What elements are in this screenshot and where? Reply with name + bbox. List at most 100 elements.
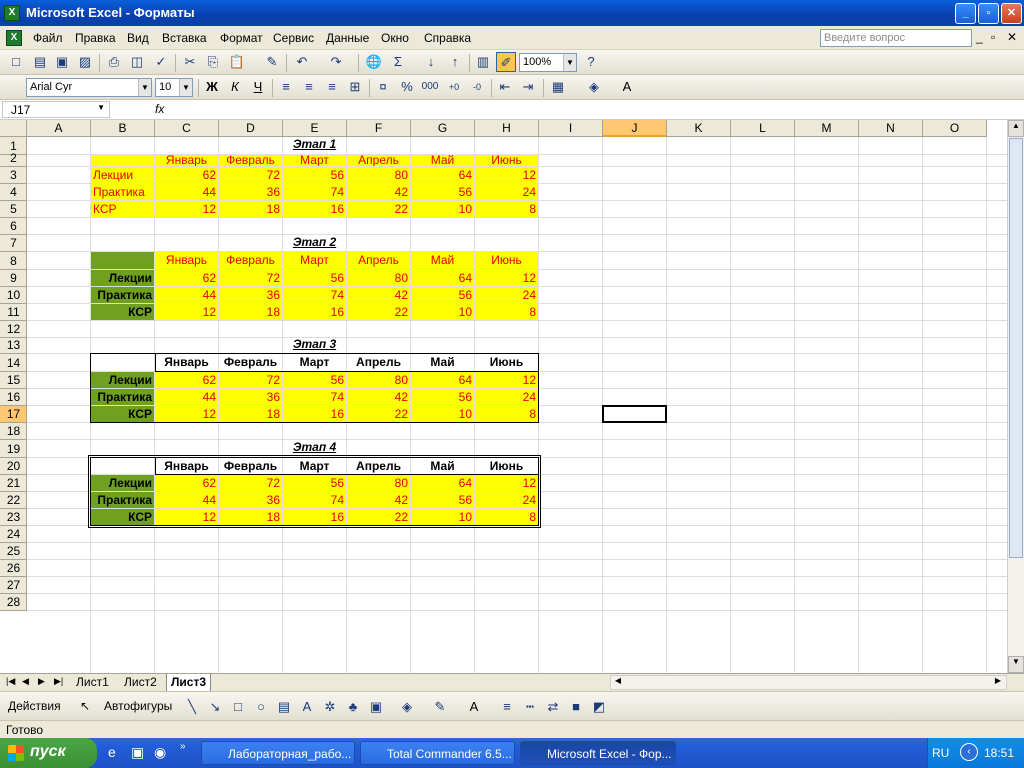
value-cell[interactable]: 72 — [219, 372, 282, 388]
month-header[interactable]: Май — [411, 354, 474, 371]
scroll-down-icon[interactable]: ▼ — [1008, 656, 1024, 673]
month-header[interactable]: Февраль — [219, 354, 282, 371]
month-header[interactable]: Апрель — [347, 458, 410, 474]
menu-insert[interactable]: Вставка — [162, 31, 207, 45]
line-style-icon[interactable]: ≡ — [497, 697, 517, 717]
column-header-N[interactable]: N — [859, 120, 923, 137]
month-header[interactable]: Апрель — [347, 155, 410, 166]
print-icon[interactable]: ⎙ — [104, 52, 124, 72]
column-header-G[interactable]: G — [411, 120, 475, 137]
month-header[interactable]: Март — [283, 252, 346, 269]
prev-sheet-icon[interactable]: ◀ — [22, 676, 29, 687]
category-label[interactable]: Практика — [91, 184, 154, 200]
value-cell[interactable]: 62 — [155, 167, 218, 183]
month-header[interactable]: Март — [283, 458, 346, 474]
value-cell[interactable]: 64 — [411, 372, 474, 388]
month-header[interactable]: Январь — [155, 458, 218, 474]
category-label[interactable]: КСР — [91, 406, 154, 422]
value-cell[interactable]: 56 — [411, 492, 474, 508]
wordart-icon[interactable]: A — [297, 697, 317, 717]
value-cell[interactable]: 36 — [219, 492, 282, 508]
value-cell[interactable]: 72 — [219, 270, 282, 286]
table-corner-cell[interactable] — [91, 155, 154, 166]
category-label[interactable]: Лекции — [91, 270, 154, 286]
zoom-combo[interactable]: 100% ▼ — [519, 53, 577, 72]
fx-icon[interactable]: fx — [155, 102, 164, 116]
font-size-combo[interactable]: 10 ▼ — [155, 78, 193, 97]
month-header[interactable]: Июнь — [475, 354, 538, 371]
menu-tools[interactable]: Сервис — [273, 31, 314, 45]
value-cell[interactable]: 56 — [411, 184, 474, 200]
value-cell[interactable]: 72 — [219, 475, 282, 491]
hyperlink-icon[interactable]: 🌐 — [364, 52, 384, 72]
textbox-icon[interactable]: ▤ — [274, 697, 294, 717]
decrease-decimal-icon[interactable]: -0 — [467, 77, 487, 97]
sheet-tab-1[interactable]: Лист1 — [72, 674, 113, 691]
font-color-icon[interactable]: A — [617, 77, 637, 97]
column-header-A[interactable]: A — [27, 120, 91, 137]
align-center-icon[interactable]: ≡ — [299, 77, 319, 97]
active-cell[interactable] — [602, 405, 667, 423]
value-cell[interactable]: 44 — [155, 492, 218, 508]
column-header-O[interactable]: O — [923, 120, 987, 137]
value-cell[interactable]: 72 — [219, 167, 282, 183]
month-header[interactable]: Май — [411, 155, 474, 166]
underline-button[interactable]: Ч — [248, 77, 268, 97]
value-cell[interactable]: 62 — [155, 475, 218, 491]
row-header-7[interactable]: 7 — [0, 235, 27, 252]
arrow-style-icon[interactable]: ⇄ — [543, 697, 563, 717]
value-cell[interactable]: 42 — [347, 184, 410, 200]
arrow-icon[interactable]: ↘ — [205, 697, 225, 717]
menu-window[interactable]: Окно — [381, 31, 409, 45]
value-cell[interactable]: 74 — [283, 492, 346, 508]
value-cell[interactable]: 44 — [155, 389, 218, 405]
chevron-down-icon[interactable]: ▼ — [97, 103, 105, 112]
value-cell[interactable]: 42 — [347, 492, 410, 508]
value-cell[interactable]: 36 — [219, 389, 282, 405]
value-cell[interactable]: 80 — [347, 475, 410, 491]
month-header[interactable]: Январь — [155, 252, 218, 269]
tray-arrow-icon[interactable]: ‹ — [960, 743, 978, 761]
currency-icon[interactable]: ¤ — [373, 77, 393, 97]
comma-style-icon[interactable]: 000 — [420, 77, 440, 97]
last-sheet-icon[interactable]: ▶| — [54, 676, 63, 687]
column-header-D[interactable]: D — [219, 120, 283, 137]
diagram-icon[interactable]: ✲ — [320, 697, 340, 717]
copy-icon[interactable]: ⎘ — [203, 52, 223, 72]
actions-menu[interactable]: Действия — [8, 699, 61, 713]
quicklaunch-more-icon[interactable]: » — [180, 741, 186, 752]
formula-input[interactable] — [176, 102, 1006, 118]
task-excel[interactable]: Microsoft Excel - Фор... — [520, 741, 676, 765]
column-header-L[interactable]: L — [731, 120, 795, 137]
row-header-14[interactable]: 14 — [0, 354, 27, 372]
value-cell[interactable]: 80 — [347, 270, 410, 286]
value-cell[interactable]: 12 — [475, 372, 538, 388]
row-header-23[interactable]: 23 — [0, 509, 27, 526]
row-header-18[interactable]: 18 — [0, 423, 27, 440]
fill-color-icon[interactable]: ◈ — [584, 77, 604, 97]
category-label[interactable]: КСР — [91, 201, 154, 217]
increase-indent-icon[interactable]: ⇥ — [518, 77, 538, 97]
value-cell[interactable]: 64 — [411, 167, 474, 183]
menu-view[interactable]: Вид — [127, 31, 149, 45]
value-cell[interactable]: 18 — [219, 201, 282, 217]
doc-restore-icon[interactable]: ▫ — [991, 30, 995, 44]
value-cell[interactable]: 36 — [219, 287, 282, 303]
value-cell[interactable]: 12 — [475, 167, 538, 183]
column-header-F[interactable]: F — [347, 120, 411, 137]
value-cell[interactable]: 24 — [475, 492, 538, 508]
dash-style-icon[interactable]: ┅ — [520, 697, 540, 717]
line-icon[interactable]: ╲ — [182, 697, 202, 717]
value-cell[interactable]: 12 — [155, 406, 218, 422]
scroll-right-icon[interactable]: ▶ — [991, 676, 1005, 689]
category-label[interactable]: Лекции — [91, 372, 154, 388]
ie-icon[interactable]: e — [108, 744, 116, 760]
column-header-C[interactable]: C — [155, 120, 219, 137]
ask-question-input[interactable]: Введите вопрос — [820, 29, 972, 47]
column-header-I[interactable]: I — [539, 120, 603, 137]
doc-close-icon[interactable]: ✕ — [1007, 30, 1017, 44]
month-header[interactable]: Июнь — [475, 252, 538, 269]
category-label[interactable]: Лекции — [91, 167, 154, 183]
row-header-16[interactable]: 16 — [0, 389, 27, 406]
row-header-19[interactable]: 19 — [0, 440, 27, 458]
